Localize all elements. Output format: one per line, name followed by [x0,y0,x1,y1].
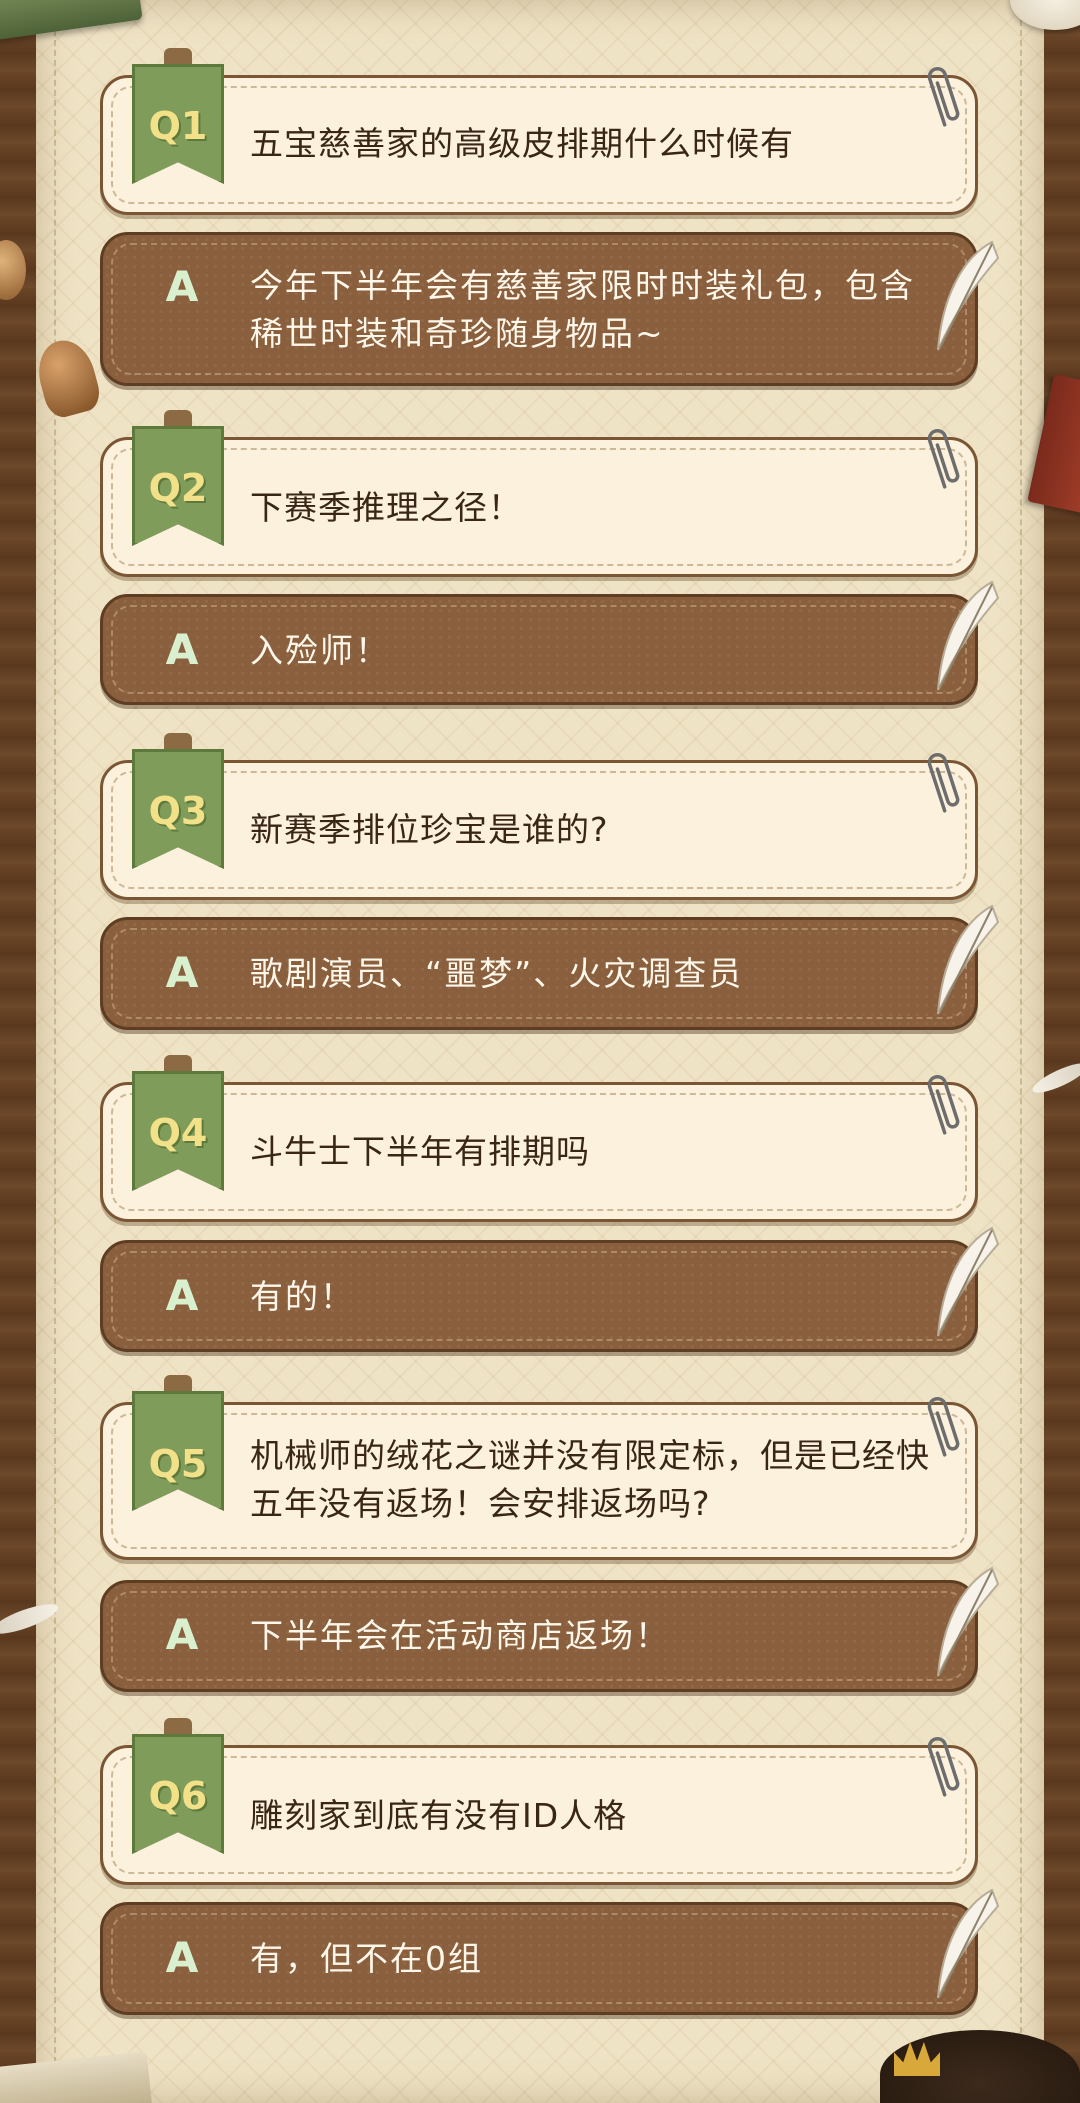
answer-letter: A [165,1610,199,1659]
badge-clip [164,1718,192,1736]
quill-icon [937,1226,1000,1337]
question-number: Q1 [148,104,208,148]
quill-icon [937,904,1000,1015]
quill-icon [937,580,1000,691]
question-text: 机械师的绒花之谜并没有限定标，但是已经快五年没有返场！会安排返场吗? [250,1436,930,1523]
faq-page: Q1 五宝慈善家的高级皮排期什么时候有 A 今年下半年会有慈善家限时时装礼包，包… [0,0,1080,2103]
question-number: Q6 [148,1774,208,1818]
badge-clip [164,733,192,751]
quill-icon [937,1888,1000,1999]
badge-clip [164,1055,192,1073]
badge-clip [164,410,192,428]
question-text: 五宝慈善家的高级皮排期什么时候有 [250,124,794,163]
answer-letter: A [165,1933,199,1982]
question-number: Q5 [148,1442,208,1486]
answer-text: 歌剧演员、“噩梦”、火灾调查员 [250,954,744,993]
question-text: 下赛季推理之径！ [250,488,522,527]
quill-icon [937,240,1000,351]
answer-text: 有，但不在0组 [250,1939,483,1978]
question-number: Q4 [148,1111,208,1155]
quill-icon [937,1566,1000,1677]
answer-letter: A [165,262,199,311]
question-number: Q2 [148,466,208,510]
answer-text: 今年下半年会有慈善家限时时装礼包，包含稀世时装和奇珍随身物品~ [250,266,915,353]
answer-text: 有的！ [250,1277,355,1316]
answer-letter: A [165,625,199,674]
badge-clip [164,48,192,66]
answer-text: 入殓师！ [250,631,390,670]
answer-letter: A [165,948,199,997]
question-text: 斗牛士下半年有排期吗 [250,1132,590,1171]
answer-letter: A [165,1271,199,1320]
answer-text: 下半年会在活动商店返场！ [250,1616,670,1655]
question-text: 雕刻家到底有没有ID人格 [250,1796,628,1835]
question-text: 新赛季排位珍宝是谁的? [250,810,609,849]
faq-list: Q1 五宝慈善家的高级皮排期什么时候有 A 今年下半年会有慈善家限时时装礼包，包… [0,0,1080,2103]
badge-clip [164,1375,192,1393]
question-number: Q3 [148,789,208,833]
